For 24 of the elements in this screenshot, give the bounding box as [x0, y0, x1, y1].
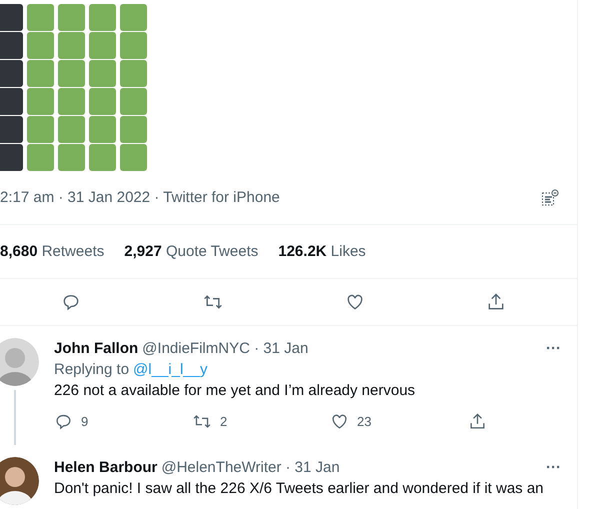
- author-handle[interactable]: @IndieFilmNYC · 31 Jan: [142, 338, 308, 359]
- like-count: 23: [357, 414, 372, 430]
- stat-link[interactable]: 8,680 Retweets: [0, 243, 104, 260]
- heart-icon[interactable]: [330, 412, 349, 431]
- replying-label: Replying to: [54, 360, 130, 380]
- analytics-icon[interactable]: [541, 188, 559, 206]
- author-name[interactable]: John Fallon: [54, 338, 138, 359]
- retweet-count: 2: [220, 414, 228, 430]
- more-button[interactable]: ···: [546, 338, 561, 359]
- reply-icon[interactable]: [54, 412, 73, 431]
- heart-icon[interactable]: [345, 292, 366, 312]
- more-button[interactable]: ···: [546, 457, 561, 478]
- share-icon[interactable]: [468, 412, 487, 431]
- author-handle[interactable]: @HelenTheWriter · 31 Jan: [161, 457, 340, 478]
- reply-text: 226 not a available for me yet and I’m already nervous: [54, 381, 416, 401]
- stat-link[interactable]: 126.2K Likes: [278, 243, 366, 260]
- share-icon[interactable]: [486, 292, 506, 312]
- author-name[interactable]: Helen Barbour: [54, 457, 158, 478]
- stat-link[interactable]: 2,927 Quote Tweets: [124, 243, 258, 260]
- tweet-timestamp: 2:17 am · 31 Jan 2022 · Twitter for iPhone: [0, 189, 280, 206]
- reply-count: 9: [81, 414, 88, 430]
- avatar-icon[interactable]: [0, 457, 39, 505]
- reply-icon[interactable]: [60, 292, 81, 312]
- reply-text: Don't panic! I saw all the 226 X/6 Tweets earlier and wondered if it was an: [54, 479, 545, 499]
